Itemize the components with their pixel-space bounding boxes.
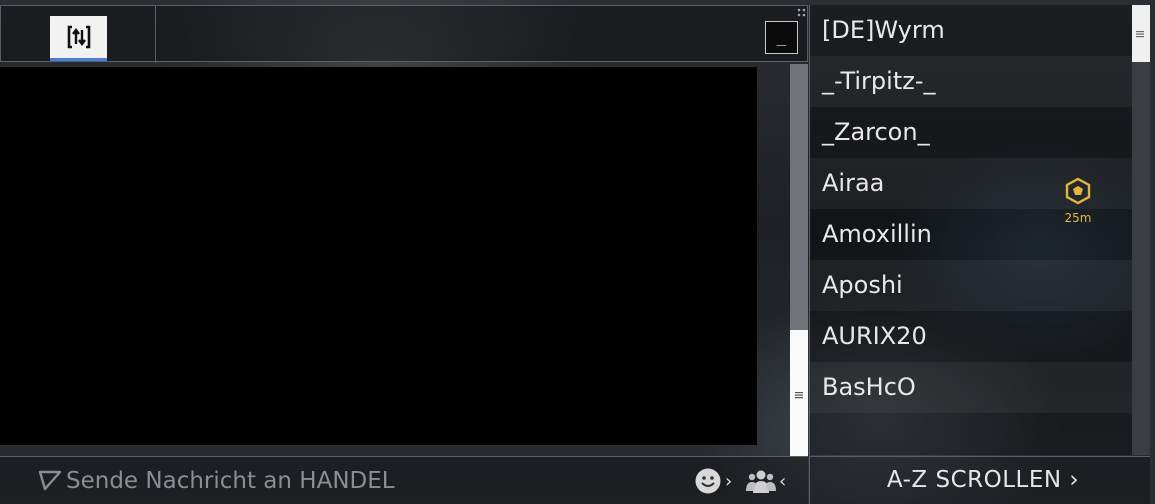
minimize-button[interactable]: _ bbox=[765, 21, 798, 54]
gold-diamond-badge-icon bbox=[1065, 177, 1091, 205]
window-edge bbox=[1150, 5, 1155, 504]
user-list-item[interactable]: [DE]Wyrm bbox=[810, 5, 1132, 56]
user-list-item[interactable]: _Zarcon_ bbox=[810, 107, 1132, 158]
smiley-icon bbox=[695, 468, 721, 494]
sort-a-z-button[interactable]: A-Z SCROLLEN › bbox=[810, 457, 1155, 503]
scroll-grip-icon bbox=[1136, 31, 1144, 38]
emoji-button[interactable]: › bbox=[694, 463, 744, 499]
swap-arrows-icon bbox=[67, 25, 90, 49]
user-list[interactable]: [DE]Wyrm _-Tirpitz-_ _Zarcon_ Airaa Amox… bbox=[809, 5, 1132, 455]
user-status-badge: 25m bbox=[1063, 177, 1093, 225]
chevron-right-icon: › bbox=[1069, 467, 1080, 493]
tab-swap-channels[interactable] bbox=[50, 16, 107, 61]
chat-input-bar: Sende Nachricht an HANDEL › ‹ bbox=[0, 456, 808, 504]
user-list-item[interactable]: AURIX20 bbox=[810, 311, 1132, 362]
user-list-item[interactable]: _-Tirpitz-_ bbox=[810, 56, 1132, 107]
scroll-grip-icon bbox=[795, 392, 803, 399]
chevron-right-icon: › bbox=[725, 470, 733, 492]
chat-tab-bar: _ bbox=[0, 5, 808, 63]
triangle-arrow-icon bbox=[38, 470, 62, 491]
users-toggle-button[interactable]: ‹ bbox=[746, 463, 792, 499]
resize-grip-icon[interactable] bbox=[797, 8, 807, 20]
user-list-item[interactable]: BasHcO bbox=[810, 362, 1132, 413]
sort-bar: A-Z SCROLLEN › bbox=[809, 456, 1155, 504]
chevron-left-icon: ‹ bbox=[779, 470, 787, 492]
badge-time-label: 25m bbox=[1064, 211, 1092, 225]
chat-message-area[interactable] bbox=[0, 67, 757, 445]
userlist-scrollbar-track[interactable] bbox=[1132, 5, 1150, 455]
user-list-item[interactable]: Aposhi bbox=[810, 260, 1132, 311]
users-group-icon bbox=[746, 470, 776, 493]
user-list-item-empty bbox=[810, 413, 1132, 455]
tab-divider bbox=[155, 6, 156, 63]
chat-message-input[interactable]: Sende Nachricht an HANDEL bbox=[66, 463, 676, 499]
chat-scrollbar-thumb[interactable] bbox=[790, 64, 808, 330]
sort-button-label: A-Z SCROLLEN bbox=[886, 467, 1062, 493]
